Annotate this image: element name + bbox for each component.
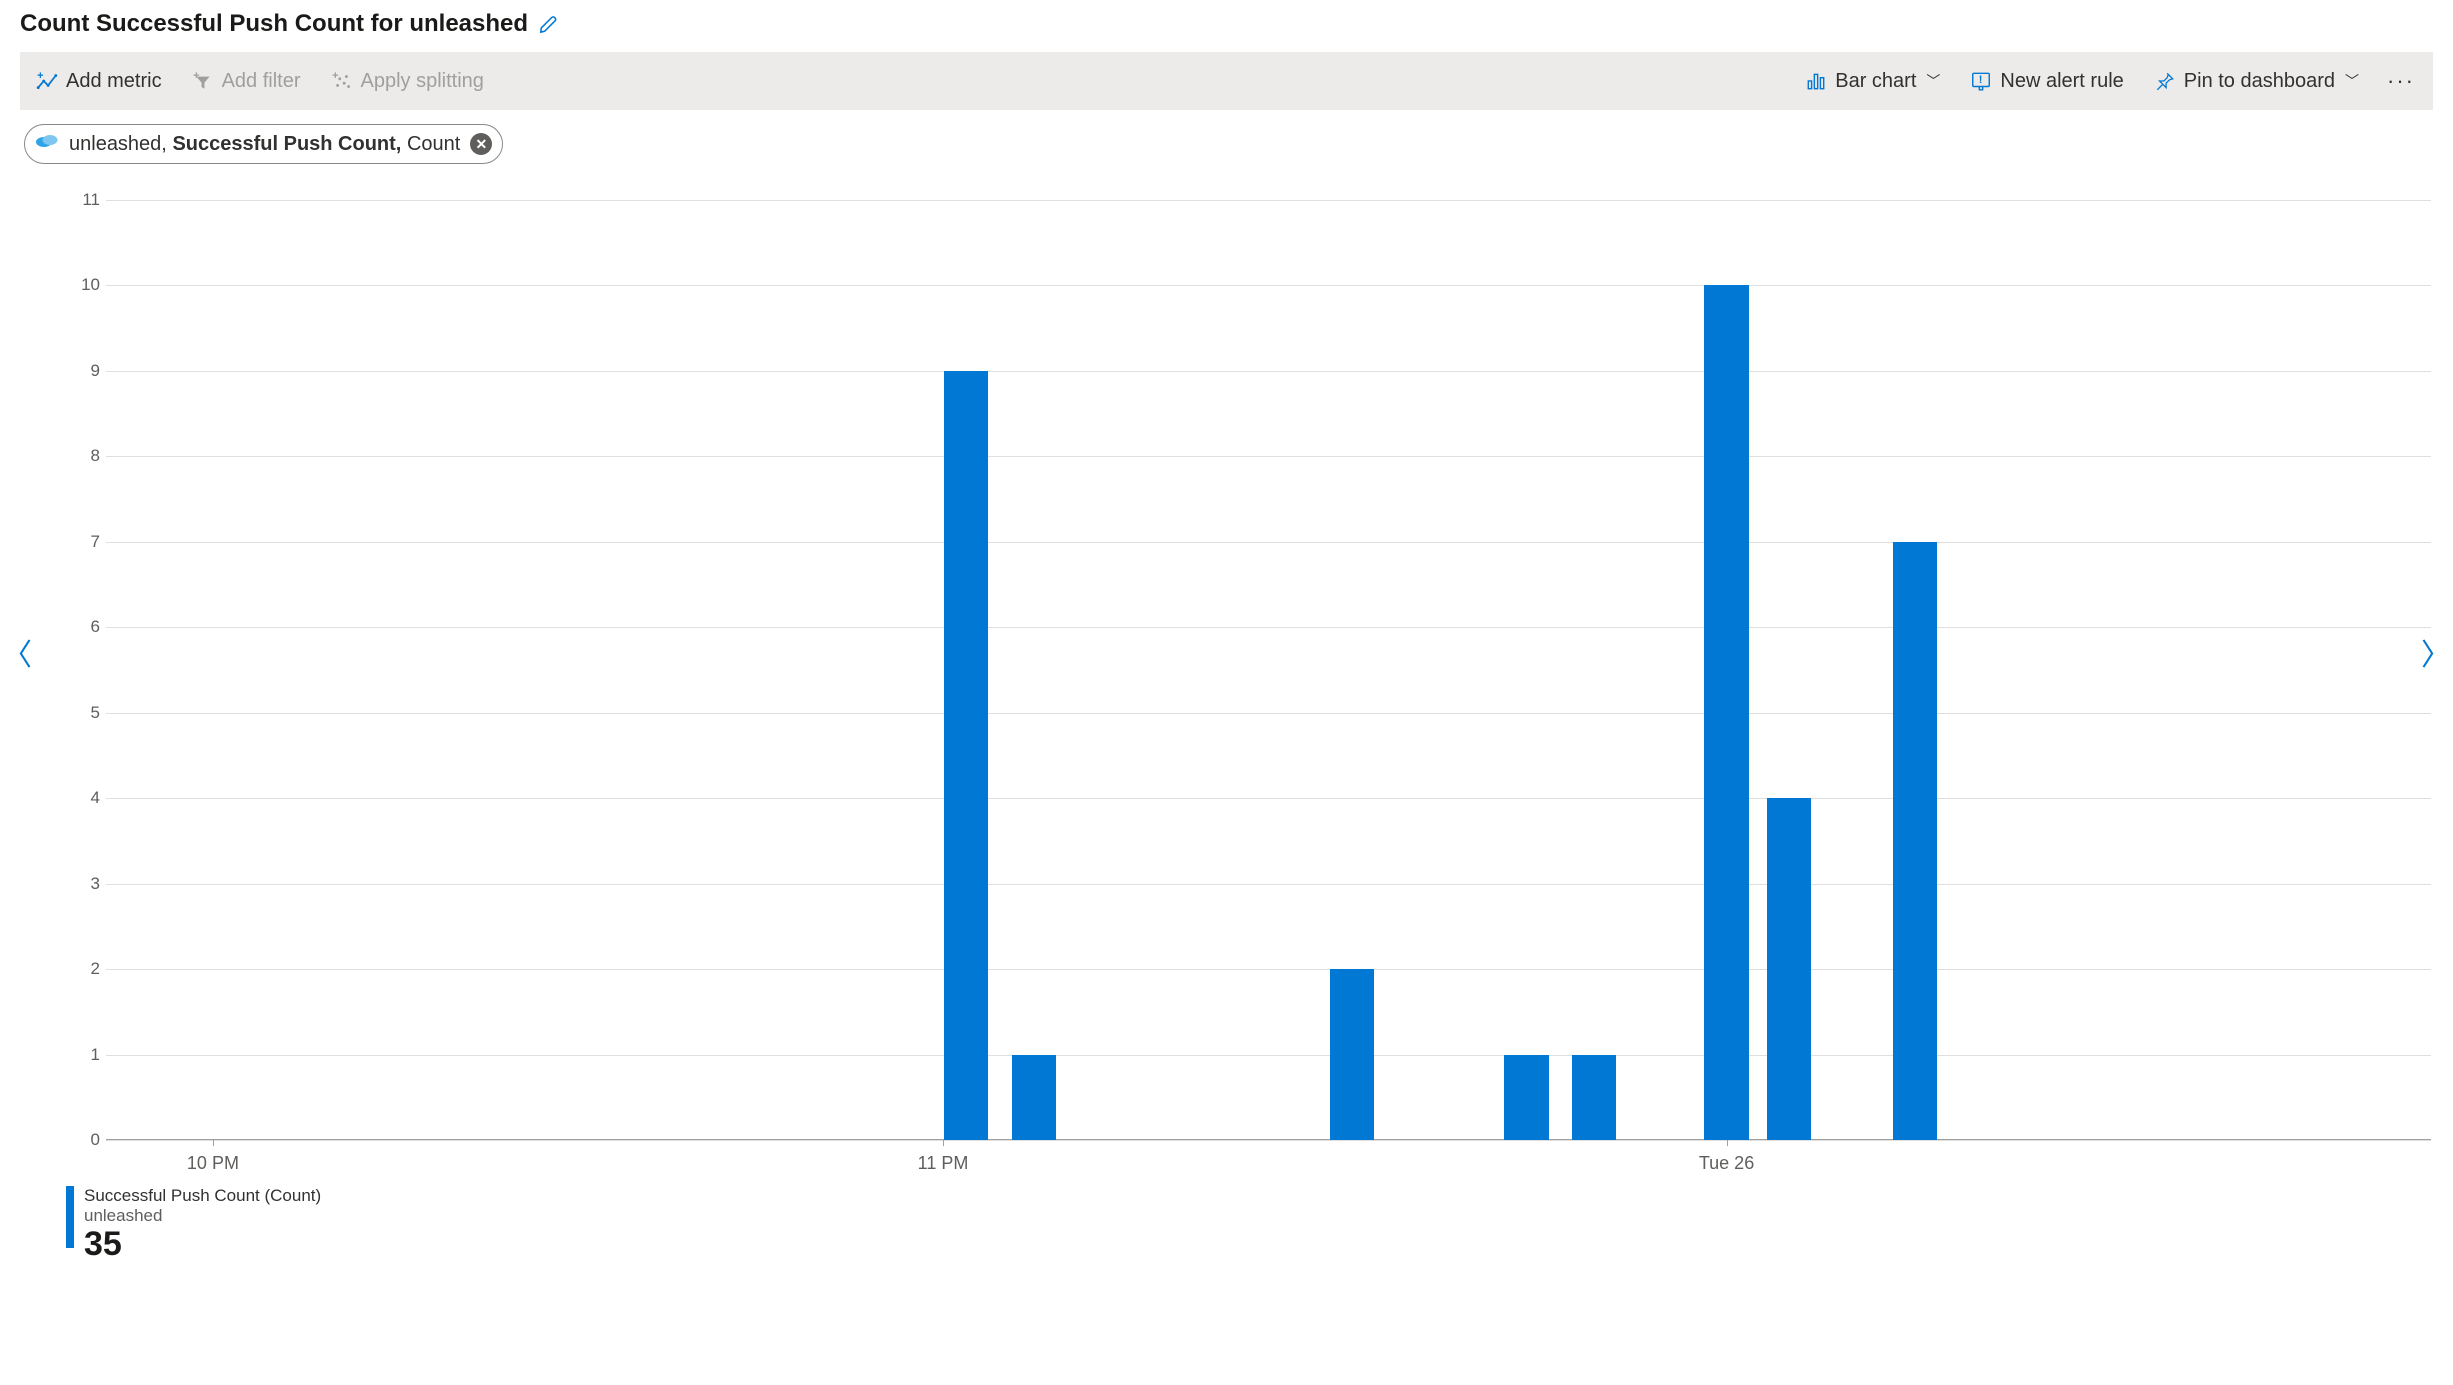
resource-icon	[35, 131, 59, 157]
new-alert-rule-label: New alert rule	[2000, 70, 2123, 93]
pin-icon	[2154, 70, 2176, 92]
splitting-icon: +	[331, 70, 353, 92]
y-axis-tick: 8	[60, 446, 100, 466]
x-axis-baseline	[106, 1139, 2431, 1140]
add-filter-button[interactable]: + Add filter	[180, 64, 313, 99]
chart-bar[interactable]	[944, 371, 988, 1140]
metric-bar-chart: 10 PM11 PMTue 26 01234567891011	[64, 200, 2431, 1140]
chart-legend[interactable]: Successful Push Count (Count) unleashed …	[66, 1186, 2433, 1263]
gridline	[106, 1140, 2431, 1141]
add-metric-icon: +	[36, 70, 58, 92]
chart-type-label: Bar chart	[1835, 70, 1916, 93]
gridline	[106, 285, 2431, 286]
chart-bar[interactable]	[1012, 1055, 1056, 1140]
legend-resource-name: unleashed	[84, 1206, 321, 1226]
y-axis-tick: 10	[60, 275, 100, 295]
bar-chart-icon	[1805, 70, 1827, 92]
gridline	[106, 456, 2431, 457]
chart-bar[interactable]	[1767, 798, 1811, 1140]
x-axis-tick-label: Tue 26	[1699, 1153, 1754, 1174]
y-axis-tick: 5	[60, 703, 100, 723]
edit-title-icon[interactable]	[538, 12, 560, 37]
pin-to-dashboard-label: Pin to dashboard	[2184, 70, 2335, 93]
y-axis-tick: 11	[60, 190, 100, 210]
add-filter-label: Add filter	[222, 70, 301, 93]
y-axis-tick: 4	[60, 788, 100, 808]
page-title: Count Successful Push Count for unleashe…	[20, 10, 528, 38]
x-axis-tick-label: 11 PM	[918, 1153, 969, 1174]
chart-toolbar: + Add metric + Add filter + Apply splitt…	[20, 52, 2433, 110]
y-axis-tick: 7	[60, 532, 100, 552]
chart-bar[interactable]	[1572, 1055, 1616, 1140]
add-metric-button[interactable]: + Add metric	[24, 64, 174, 99]
new-alert-rule-button[interactable]: ! New alert rule	[1958, 64, 2135, 99]
chart-type-dropdown[interactable]: Bar chart ﹀	[1793, 64, 1952, 99]
add-metric-label: Add metric	[66, 70, 162, 93]
y-axis-tick: 3	[60, 874, 100, 894]
gridline	[106, 1055, 2431, 1056]
metric-name: Successful Push Count,	[172, 133, 401, 155]
svg-text:!: !	[1979, 74, 1983, 86]
gridline	[106, 798, 2431, 799]
chart-bar[interactable]	[1893, 542, 1937, 1140]
gridline	[106, 200, 2431, 201]
x-axis-tick-mark	[1727, 1140, 1728, 1146]
legend-swatch	[66, 1186, 74, 1248]
apply-splitting-button[interactable]: + Apply splitting	[319, 64, 496, 99]
pin-to-dashboard-button[interactable]: Pin to dashboard ﹀	[2142, 64, 2371, 99]
y-axis-tick: 0	[60, 1130, 100, 1150]
chart-bar[interactable]	[1330, 969, 1374, 1140]
metric-aggregation: Count	[407, 133, 460, 155]
gridline	[106, 627, 2431, 628]
gridline	[106, 371, 2431, 372]
y-axis-tick: 9	[60, 361, 100, 381]
gridline	[106, 884, 2431, 885]
filter-icon: +	[192, 70, 214, 92]
metric-pill[interactable]: unleashed, Successful Push Count, Count …	[24, 124, 503, 164]
legend-series-name: Successful Push Count (Count)	[84, 1186, 321, 1206]
y-axis-tick: 6	[60, 617, 100, 637]
x-axis-tick-label: 10 PM	[187, 1153, 239, 1174]
svg-text:+: +	[193, 70, 199, 82]
chevron-down-icon: ﹀	[2345, 71, 2359, 91]
gridline	[106, 542, 2431, 543]
legend-value: 35	[84, 1226, 321, 1263]
chart-bar[interactable]	[1504, 1055, 1548, 1140]
gridline	[106, 969, 2431, 970]
remove-metric-icon[interactable]: ✕	[470, 133, 492, 155]
y-axis-tick: 2	[60, 959, 100, 979]
gridline	[106, 713, 2431, 714]
metric-resource: unleashed,	[69, 133, 167, 155]
svg-text:+: +	[332, 70, 338, 82]
alert-icon: !	[1970, 70, 1992, 92]
y-axis-tick: 1	[60, 1045, 100, 1065]
more-actions-button[interactable]: ···	[2377, 68, 2425, 94]
chart-bar[interactable]	[1704, 285, 1748, 1140]
svg-text:+: +	[37, 70, 43, 82]
chevron-down-icon: ﹀	[1926, 71, 1940, 91]
x-axis-tick-mark	[213, 1140, 214, 1146]
x-axis-tick-mark	[943, 1140, 944, 1146]
apply-splitting-label: Apply splitting	[361, 70, 484, 93]
scroll-left-button[interactable]: 〈	[2, 630, 32, 674]
